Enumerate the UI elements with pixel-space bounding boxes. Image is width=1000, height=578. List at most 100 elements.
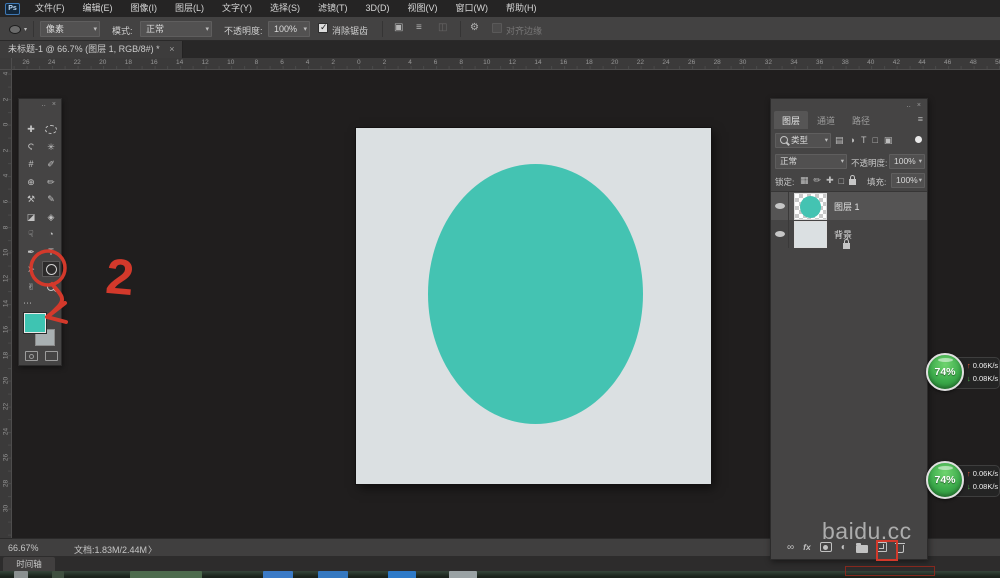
lock-image-pixels-icon[interactable]: ✏ xyxy=(814,175,822,186)
menu-item-1[interactable]: 编辑(E) xyxy=(74,0,122,17)
blend-mode-select[interactable]: 正常 xyxy=(775,154,847,169)
panel-menu-icon[interactable]: ≡ xyxy=(918,114,923,124)
hand-tool[interactable]: ✌ xyxy=(22,279,40,295)
taskbar-item-6[interactable] xyxy=(449,571,477,578)
3d-extrude-icon[interactable]: ◫ xyxy=(438,22,447,33)
layers-panel-tab-1[interactable]: 通道 xyxy=(809,111,843,129)
mode-select[interactable]: 正常 xyxy=(140,21,212,37)
badge-percent-circle[interactable]: 74% xyxy=(926,461,964,499)
shape-fill-type-select[interactable]: 像素 xyxy=(40,21,100,37)
more-tools-icon[interactable]: ⋯ xyxy=(23,298,32,309)
current-tool-button[interactable]: ▾ xyxy=(6,21,34,37)
healing-brush-tool[interactable]: ⊕ xyxy=(22,174,40,190)
filter-type-layers-icon[interactable]: T xyxy=(861,135,867,146)
timeline-tab[interactable]: 时间轴 xyxy=(3,557,55,571)
layer-visibility-toggle[interactable] xyxy=(771,192,789,220)
close-tab-icon[interactable]: × xyxy=(169,44,174,54)
ellipse-tool[interactable] xyxy=(42,261,60,277)
layers-opacity-select[interactable]: 100% xyxy=(889,154,925,169)
quick-mask-icon[interactable] xyxy=(25,351,38,361)
menu-item-6[interactable]: 滤镜(T) xyxy=(309,0,357,17)
align-distribute-icon[interactable]: ≡ xyxy=(416,22,422,33)
panel-collapse-close-icons[interactable]: ‥ × xyxy=(906,101,923,109)
lock-position-icon[interactable]: ✚ xyxy=(826,175,834,186)
screen-mode-icon[interactable] xyxy=(45,351,58,361)
menu-item-2[interactable]: 图像(I) xyxy=(122,0,167,17)
layer-thumbnail[interactable] xyxy=(794,221,827,248)
clone-stamp-tool[interactable]: ⚒ xyxy=(22,191,40,207)
move-tool[interactable]: ✚ xyxy=(22,121,40,137)
opacity-select[interactable]: 100% xyxy=(268,21,310,37)
badge-percent-circle[interactable]: 74% xyxy=(926,353,964,391)
crop-tool[interactable]: # xyxy=(22,156,40,172)
lock-all-icon[interactable] xyxy=(849,179,856,185)
document-tab[interactable]: 未标题-1 @ 66.7% (图层 1, RGB/8#) * × xyxy=(0,41,183,58)
taskbar-item-4[interactable] xyxy=(318,571,348,578)
taskbar-item-3[interactable] xyxy=(263,571,293,578)
antialias-checkbox[interactable] xyxy=(318,23,328,33)
status-expand-arrow-icon[interactable]: 〉 xyxy=(148,543,157,556)
lock-artboard-icon[interactable]: □ xyxy=(839,176,844,186)
elliptical-marquee-tool[interactable] xyxy=(42,121,60,137)
pen-tool[interactable]: ✒ xyxy=(22,244,40,260)
foreground-color-swatch[interactable] xyxy=(24,313,46,333)
type-tool[interactable]: T xyxy=(42,244,60,260)
drawn-ellipse-shape[interactable] xyxy=(428,164,643,424)
layer-row-0[interactable]: 图层 1 xyxy=(771,192,927,220)
filter-smart-object-icon[interactable]: ▣ xyxy=(884,135,893,146)
h-ruler-tick: 10 xyxy=(227,59,234,66)
network-speed-badge[interactable]: ↑0.06K/s↓0.08K/s74% xyxy=(926,353,1000,393)
layer-visibility-toggle[interactable] xyxy=(771,220,789,248)
filter-adjustment-layers-icon[interactable]: ◑ xyxy=(850,135,855,146)
menu-item-5[interactable]: 选择(S) xyxy=(261,0,309,17)
menu-item-9[interactable]: 窗口(W) xyxy=(447,0,498,17)
menu-item-0[interactable]: 文件(F) xyxy=(26,0,74,17)
taskbar-item-5[interactable] xyxy=(388,571,416,578)
layer-filter-select[interactable]: 类型 xyxy=(775,133,831,148)
panel-collapse-close-icons[interactable]: ‥ × xyxy=(41,100,58,108)
eraser-tool[interactable]: ◪ xyxy=(22,209,40,225)
taskbar-item-2[interactable] xyxy=(130,571,202,578)
dodge-tool[interactable]: ◔ xyxy=(42,226,60,242)
menu-item-3[interactable]: 图层(L) xyxy=(166,0,213,17)
layer-style-fx-icon[interactable]: fx xyxy=(803,542,811,552)
link-layers-icon[interactable]: ∞ xyxy=(787,542,794,553)
smudge-tool[interactable]: ☟ xyxy=(22,226,40,242)
delete-layer-icon[interactable] xyxy=(896,545,904,553)
filter-shape-layers-icon[interactable]: □ xyxy=(872,135,877,146)
taskbar-item-0[interactable] xyxy=(14,571,28,578)
taskbar-item-1[interactable] xyxy=(52,571,64,578)
paint-bucket-tool[interactable]: ◈ xyxy=(42,209,60,225)
path-selection-tool[interactable]: ➤ xyxy=(22,261,40,277)
h-ruler-tick: 4 xyxy=(408,59,412,66)
magic-wand-tool[interactable]: ✳ xyxy=(42,139,60,155)
tool-settings-gear-icon[interactable]: ⚙ xyxy=(470,22,479,33)
pencil-tool[interactable]: ✎ xyxy=(42,191,60,207)
lock-transparent-pixels-icon[interactable]: ▦ xyxy=(800,175,809,186)
path-operations-icon[interactable]: ▣ xyxy=(394,22,403,33)
network-speed-badge[interactable]: ↑0.06K/s↓0.08K/s74% xyxy=(926,461,1000,501)
lasso-tool[interactable]: Ϛ xyxy=(22,139,40,155)
document-tab-bar: 未标题-1 @ 66.7% (图层 1, RGB/8#) * × xyxy=(0,41,1000,58)
menu-item-7[interactable]: 3D(D) xyxy=(357,0,399,17)
menu-item-8[interactable]: 视图(V) xyxy=(399,0,447,17)
menu-item-10[interactable]: 帮助(H) xyxy=(497,0,546,17)
brush-tool[interactable]: ✏ xyxy=(42,174,60,190)
horizontal-ruler[interactable]: 2624222018161412108642024681012141618202… xyxy=(12,58,1000,70)
layer-thumbnail[interactable] xyxy=(794,193,827,220)
zoom-level-value[interactable]: 66.67% xyxy=(8,543,39,553)
new-group-icon[interactable] xyxy=(856,545,868,553)
fill-select[interactable]: 100% xyxy=(891,173,925,188)
filter-pixel-layers-icon[interactable]: ▤ xyxy=(835,135,844,146)
canvas[interactable] xyxy=(356,128,711,484)
menu-item-4[interactable]: 文字(Y) xyxy=(213,0,261,17)
eyedropper-tool[interactable]: ✐ xyxy=(42,156,60,172)
filter-toggle-icon[interactable] xyxy=(915,136,922,143)
zoom-tool[interactable] xyxy=(42,279,60,295)
layers-panel-tab-2[interactable]: 路径 xyxy=(844,111,878,129)
vertical-ruler[interactable]: 42024681012141618202224262830 xyxy=(0,70,12,538)
layer-row-1[interactable]: 背景 xyxy=(771,220,927,248)
align-edges-checkbox[interactable] xyxy=(492,23,502,33)
layers-panel-tab-0[interactable]: 图层 xyxy=(774,111,808,129)
windows-taskbar[interactable] xyxy=(0,571,1000,578)
